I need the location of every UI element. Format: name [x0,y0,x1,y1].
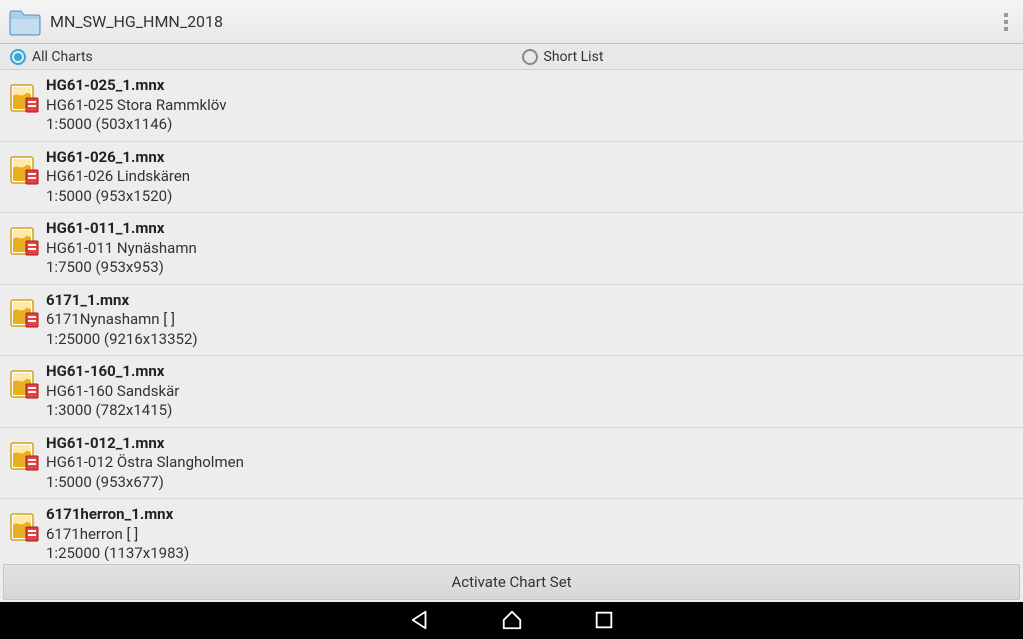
activate-chart-set-button[interactable]: Activate Chart Set [3,564,1020,600]
radio-icon [522,49,538,65]
item-filename: 6171herron_1.mnx [46,505,189,525]
item-scale: 1:5000 (503x1146) [46,115,227,135]
chart-file-icon [8,154,40,186]
chart-file-icon [8,440,40,472]
recent-apps-icon[interactable] [593,609,615,635]
item-text: HG61-026_1.mnx HG61-026 Lindskären 1:500… [46,148,190,207]
item-scale: 1:3000 (782x1415) [46,401,179,421]
item-description: HG61-012 Östra Slangholmen [46,453,244,473]
android-navbar [0,602,1023,639]
item-text: 6171herron_1.mnx 6171herron [ ] 1:25000 … [46,505,189,562]
item-filename: HG61-160_1.mnx [46,362,179,382]
list-item[interactable]: HG61-160_1.mnx HG61-160 Sandskär 1:3000 … [0,356,1023,428]
item-text: HG61-025_1.mnx HG61-025 Stora Rammklöv 1… [46,76,227,135]
item-filename: 6171_1.mnx [46,291,198,311]
item-scale: 1:5000 (953x677) [46,473,244,493]
list-item[interactable]: HG61-026_1.mnx HG61-026 Lindskären 1:500… [0,142,1023,214]
list-item[interactable]: 6171_1.mnx 6171Nynashamn [ ] 1:25000 (92… [0,285,1023,357]
item-description: 6171herron [ ] [46,525,189,545]
radio-all-charts-label: All Charts [32,49,93,65]
list-item[interactable]: 6171herron_1.mnx 6171herron [ ] 1:25000 … [0,499,1023,562]
radio-short-list-label: Short List [544,49,604,65]
list-item[interactable]: HG61-012_1.mnx HG61-012 Östra Slangholme… [0,428,1023,500]
item-description: HG61-160 Sandskär [46,382,179,402]
radio-icon [10,49,26,65]
home-icon[interactable] [501,609,523,635]
item-description: 6171Nynashamn [ ] [46,310,198,330]
item-filename: HG61-011_1.mnx [46,219,197,239]
chart-file-icon [8,297,40,329]
back-icon[interactable] [409,609,431,635]
window-title: MN_SW_HG_HMN_2018 [50,12,997,31]
chart-file-icon [8,511,40,543]
item-text: HG61-012_1.mnx HG61-012 Östra Slangholme… [46,434,244,493]
radio-all-charts[interactable]: All Charts [0,44,512,69]
chart-file-icon [8,368,40,400]
item-scale: 1:7500 (953x953) [46,258,197,278]
folder-icon [8,7,42,37]
item-filename: HG61-012_1.mnx [46,434,244,454]
chart-file-icon [8,82,40,114]
item-text: 6171_1.mnx 6171Nynashamn [ ] 1:25000 (92… [46,291,198,350]
item-description: HG61-011 Nynäshamn [46,239,197,259]
item-description: HG61-026 Lindskären [46,167,190,187]
overflow-menu-icon[interactable] [997,8,1015,36]
item-scale: 1:5000 (953x1520) [46,187,190,207]
titlebar: MN_SW_HG_HMN_2018 [0,0,1023,44]
item-text: HG61-160_1.mnx HG61-160 Sandskär 1:3000 … [46,362,179,421]
chart-list: HG61-025_1.mnx HG61-025 Stora Rammklöv 1… [0,70,1023,562]
filter-row: All Charts Short List [0,44,1023,70]
activate-button-label: Activate Chart Set [451,573,571,591]
chart-file-icon [8,225,40,257]
item-text: HG61-011_1.mnx HG61-011 Nynäshamn 1:7500… [46,219,197,278]
radio-short-list[interactable]: Short List [512,44,1023,69]
item-filename: HG61-025_1.mnx [46,76,227,96]
list-item[interactable]: HG61-025_1.mnx HG61-025 Stora Rammklöv 1… [0,70,1023,142]
item-scale: 1:25000 (9216x13352) [46,330,198,350]
item-scale: 1:25000 (1137x1983) [46,544,189,562]
item-description: HG61-025 Stora Rammklöv [46,96,227,116]
list-item[interactable]: HG61-011_1.mnx HG61-011 Nynäshamn 1:7500… [0,213,1023,285]
item-filename: HG61-026_1.mnx [46,148,190,168]
